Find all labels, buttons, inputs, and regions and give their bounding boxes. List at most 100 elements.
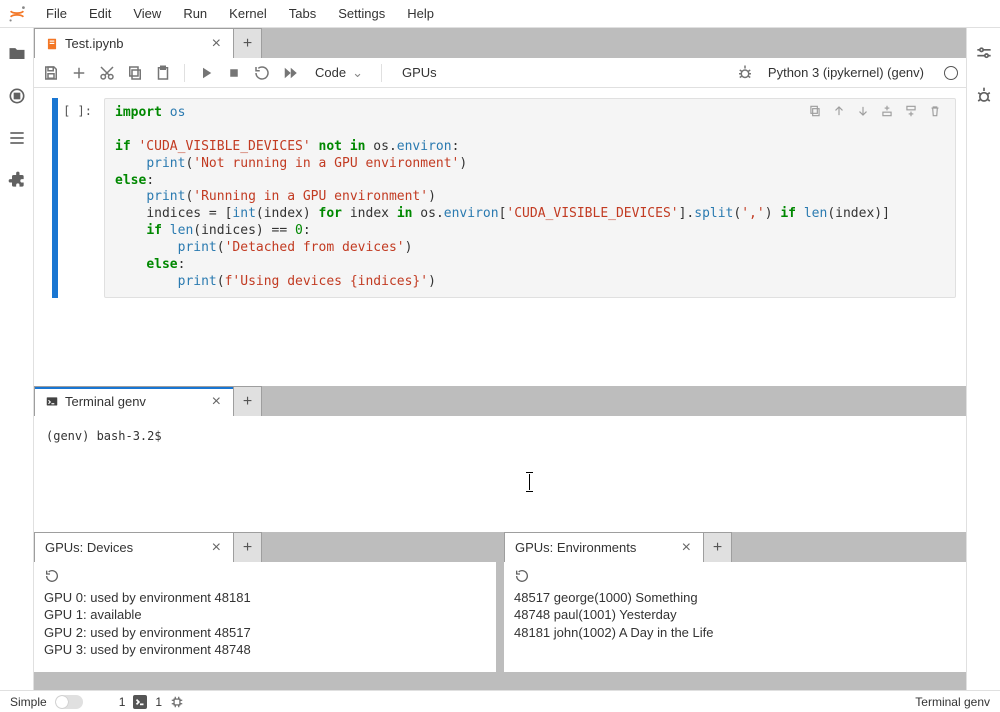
- menu-view[interactable]: View: [123, 2, 171, 25]
- duplicate-cell-icon[interactable]: [808, 104, 822, 118]
- close-icon[interactable]: ×: [210, 36, 223, 52]
- list-item: GPU 3: used by environment 48748: [44, 641, 486, 659]
- gpus-devices-panel: GPUs: Devices × + GPU 0: used by environ…: [34, 532, 496, 672]
- tab-terminal[interactable]: Terminal genv ×: [34, 386, 234, 416]
- kernel-status-icon[interactable]: [170, 695, 184, 709]
- property-inspector-icon[interactable]: [974, 44, 994, 64]
- envs-body: 48517 george(1000) Something 48748 paul(…: [504, 562, 966, 672]
- cut-icon[interactable]: [98, 64, 116, 82]
- cell-type-label: Code: [315, 65, 346, 80]
- envs-tabbar: GPUs: Environments × +: [504, 532, 966, 562]
- tab-envs[interactable]: GPUs: Environments ×: [504, 532, 704, 562]
- new-tab-button[interactable]: +: [704, 532, 732, 562]
- insert-above-icon[interactable]: [880, 104, 894, 118]
- devices-tabbar: GPUs: Devices × +: [34, 532, 496, 562]
- tab-devices[interactable]: GPUs: Devices ×: [34, 532, 234, 562]
- menu-tabs[interactable]: Tabs: [279, 2, 326, 25]
- close-icon[interactable]: ×: [210, 540, 223, 556]
- run-all-icon[interactable]: [281, 64, 299, 82]
- simple-mode-toggle[interactable]: [55, 695, 83, 709]
- terminal-icon: [45, 395, 59, 409]
- stop-icon[interactable]: [225, 64, 243, 82]
- run-icon[interactable]: [197, 64, 215, 82]
- toolbar-divider: [381, 64, 382, 82]
- kernel-name-button[interactable]: Python 3 (ipykernel) (genv): [764, 65, 928, 80]
- status-right-label: Terminal genv: [915, 695, 990, 709]
- terminal-tabbar: Terminal genv × +: [34, 386, 966, 416]
- text-cursor-icon: [529, 474, 530, 490]
- debugger-icon[interactable]: [974, 86, 994, 106]
- save-icon[interactable]: [42, 64, 60, 82]
- list-item: GPU 0: used by environment 48181: [44, 589, 486, 607]
- list-item: GPU 2: used by environment 48517: [44, 624, 486, 642]
- menu-settings[interactable]: Settings: [328, 2, 395, 25]
- bottom-split: GPUs: Devices × + GPU 0: used by environ…: [34, 532, 966, 672]
- notebook-body[interactable]: [ ]: import os if 'CUDA_VISIBLE_DEVICES'…: [34, 88, 966, 386]
- status-bar: Simple 1 1 Terminal genv: [0, 690, 1000, 712]
- extensions-icon[interactable]: [7, 170, 27, 190]
- delete-cell-icon[interactable]: [928, 104, 942, 118]
- running-sessions-icon[interactable]: [7, 86, 27, 106]
- menu-kernel[interactable]: Kernel: [219, 2, 277, 25]
- terminal-badge-icon[interactable]: [133, 695, 147, 709]
- add-cell-icon[interactable]: [70, 64, 88, 82]
- list-item: 48748 paul(1001) Yesterday: [514, 606, 956, 624]
- new-tab-button[interactable]: +: [234, 386, 262, 416]
- status-simple-label: Simple: [10, 695, 47, 709]
- move-down-icon[interactable]: [856, 104, 870, 118]
- list-item: GPU 1: available: [44, 606, 486, 624]
- terminal-body[interactable]: (genv) bash-3.2$: [34, 416, 966, 532]
- menu-bar: File Edit View Run Kernel Tabs Settings …: [0, 0, 1000, 28]
- tab-terminal-label: Terminal genv: [65, 394, 146, 409]
- terminal-panel: Terminal genv × + (genv) bash-3.2$: [34, 386, 966, 532]
- chevron-down-icon: ⌄: [352, 65, 363, 81]
- code-editor[interactable]: import os if 'CUDA_VISIBLE_DEVICES' not …: [104, 98, 956, 298]
- status-count: 1: [119, 695, 126, 709]
- close-icon[interactable]: ×: [680, 540, 693, 556]
- close-icon[interactable]: ×: [210, 394, 223, 410]
- paste-icon[interactable]: [154, 64, 172, 82]
- move-up-icon[interactable]: [832, 104, 846, 118]
- notebook-file-icon: [45, 37, 59, 51]
- menu-edit[interactable]: Edit: [79, 2, 121, 25]
- cell-prompt: [ ]:: [63, 98, 92, 298]
- toolbar-divider: [184, 64, 185, 82]
- left-activity-bar: [0, 28, 34, 690]
- cell-active-indicator: [52, 98, 58, 298]
- restart-icon[interactable]: [253, 64, 271, 82]
- main-content: Test.ipynb × + Code ⌄ GPUs: [34, 28, 966, 690]
- terminal-prompt: (genv) bash-3.2$: [46, 429, 169, 443]
- terminal-cursor: [169, 426, 170, 440]
- tab-notebook-label: Test.ipynb: [65, 36, 124, 51]
- list-item: 48181 john(1002) A Day in the Life: [514, 624, 956, 642]
- tab-notebook[interactable]: Test.ipynb ×: [34, 28, 234, 58]
- bug-icon[interactable]: [736, 64, 754, 82]
- file-browser-icon[interactable]: [7, 44, 27, 64]
- copy-icon[interactable]: [126, 64, 144, 82]
- cell-action-bar: [808, 104, 942, 118]
- devices-body: GPU 0: used by environment 48181 GPU 1: …: [34, 562, 496, 672]
- new-tab-button[interactable]: +: [234, 28, 262, 58]
- gpus-button[interactable]: GPUs: [394, 63, 445, 82]
- work-area: Test.ipynb × + Code ⌄ GPUs: [0, 28, 1000, 690]
- notebook-toolbar: Code ⌄ GPUs Python 3 (ipykernel) (genv): [34, 58, 966, 88]
- jupyter-logo-icon: [6, 3, 28, 25]
- menu-run[interactable]: Run: [173, 2, 217, 25]
- refresh-icon[interactable]: [514, 568, 530, 584]
- tab-devices-label: GPUs: Devices: [45, 540, 133, 555]
- tab-envs-label: GPUs: Environments: [515, 540, 636, 555]
- gpus-environments-panel: GPUs: Environments × + 48517 george(1000…: [504, 532, 966, 672]
- right-activity-bar: [966, 28, 1000, 690]
- toc-icon[interactable]: [7, 128, 27, 148]
- status-count: 1: [155, 695, 162, 709]
- menu-help[interactable]: Help: [397, 2, 444, 25]
- new-tab-button[interactable]: +: [234, 532, 262, 562]
- list-item: 48517 george(1000) Something: [514, 589, 956, 607]
- refresh-icon[interactable]: [44, 568, 60, 584]
- code-cell[interactable]: [ ]: import os if 'CUDA_VISIBLE_DEVICES'…: [44, 98, 956, 298]
- notebook-tabbar: Test.ipynb × +: [34, 28, 966, 58]
- kernel-status-icon[interactable]: [944, 66, 958, 80]
- menu-file[interactable]: File: [36, 2, 77, 25]
- cell-type-select[interactable]: Code ⌄: [309, 63, 369, 83]
- insert-below-icon[interactable]: [904, 104, 918, 118]
